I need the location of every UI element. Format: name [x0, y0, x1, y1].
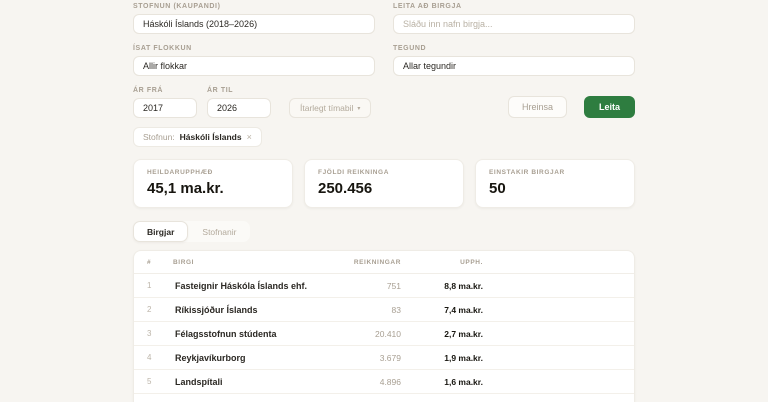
stat-card-fjoldi-reikninga: Fjöldi reikninga 250.456 — [304, 159, 464, 208]
row-number: 5 — [147, 377, 173, 386]
ar-til-group: Ár til 2026 — [207, 87, 271, 118]
amount: 2,7 ma.kr. — [401, 329, 483, 339]
stat-value: 45,1 ma.kr. — [147, 180, 279, 197]
header-upphaed: Upph. — [401, 259, 483, 266]
birgja-search-group: Leita að birgja — [393, 3, 635, 34]
birgja-search-label: Leita að birgja — [393, 3, 635, 10]
invoice-count: 3.679 — [323, 353, 401, 363]
tegund-label: Tegund — [393, 45, 635, 52]
ar-fra-input[interactable]: 2017 — [133, 98, 197, 118]
leita-button[interactable]: Leita — [584, 96, 635, 118]
ar-til-input[interactable]: 2026 — [207, 98, 271, 118]
table-row[interactable]: 6 Nýr Landspítali ohf. 52 1,6 ma.kr. — [134, 394, 634, 402]
results-tabs: Birgjar Stofnanir — [133, 221, 250, 242]
amount: 8,8 ma.kr. — [401, 281, 483, 291]
tab-stofnanir[interactable]: Stofnanir — [188, 221, 250, 242]
isat-field-group: Ísat flokkun Allir flokkar — [133, 45, 375, 76]
amount: 1,9 ma.kr. — [401, 353, 483, 363]
birgjar-table: # Birgi Reikningar Upph. 1 Fasteignir Há… — [133, 250, 635, 402]
page-container: Stofnun (kaupandi) Háskóli Íslands (2018… — [133, 0, 635, 402]
chip-value: Háskóli Íslands — [180, 132, 242, 142]
chevron-down-icon: ▾ — [357, 105, 360, 112]
row-number: 1 — [147, 281, 173, 290]
row-number: 4 — [147, 353, 173, 362]
supplier-name: Landspítali — [173, 377, 323, 387]
supplier-name: Ríkissjóður Íslands — [173, 305, 323, 315]
amount: 7,4 ma.kr. — [401, 305, 483, 315]
table-row[interactable]: 5 Landspítali 4.896 1,6 ma.kr. — [134, 370, 634, 394]
row-number: 3 — [147, 329, 173, 338]
header-reikningar: Reikningar — [323, 259, 401, 266]
tegund-field-group: Tegund Allar tegundir — [393, 45, 635, 76]
stat-value: 50 — [489, 180, 621, 197]
invoice-count: 20.410 — [323, 329, 401, 339]
supplier-name: Reykjavíkurborg — [173, 353, 323, 363]
table-row[interactable]: 2 Ríkissjóður Íslands 83 7,4 ma.kr. — [134, 298, 634, 322]
stats-row: Heildarupphæð 45,1 ma.kr. Fjöldi reiknin… — [133, 159, 635, 208]
table-row[interactable]: 3 Félagsstofnun stúdenta 20.410 2,7 ma.k… — [134, 322, 634, 346]
amount: 1,6 ma.kr. — [401, 377, 483, 387]
stat-card-einstakir-birgjar: Einstakir birgjar 50 — [475, 159, 635, 208]
invoice-count: 83 — [323, 305, 401, 315]
isat-select[interactable]: Allir flokkar — [133, 56, 375, 76]
tegund-select[interactable]: Allar tegundir — [393, 56, 635, 76]
header-birgi: Birgi — [173, 259, 323, 266]
itarlegt-timabil-button[interactable]: Ítarlegt tímabil ▾ — [289, 98, 371, 118]
table-header-row: # Birgi Reikningar Upph. — [134, 251, 634, 274]
stat-label: Einstakir birgjar — [489, 169, 621, 176]
ar-fra-label: Ár frá — [133, 87, 197, 94]
stofnun-label: Stofnun (kaupandi) — [133, 3, 375, 10]
table-row[interactable]: 4 Reykjavíkurborg 3.679 1,9 ma.kr. — [134, 346, 634, 370]
close-icon[interactable]: × — [247, 132, 252, 142]
ar-fra-group: Ár frá 2017 — [133, 87, 197, 118]
invoice-count: 4.896 — [323, 377, 401, 387]
tab-birgjar[interactable]: Birgjar — [133, 221, 188, 242]
years-actions-row: Ár frá 2017 Ár til 2026 Ítarlegt tímabil… — [133, 87, 635, 118]
stat-card-heildarupphaed: Heildarupphæð 45,1 ma.kr. — [133, 159, 293, 208]
stofnun-field-group: Stofnun (kaupandi) Háskóli Íslands (2018… — [133, 3, 375, 34]
filter-form: Stofnun (kaupandi) Háskóli Íslands (2018… — [133, 3, 635, 76]
table-body: 1 Fasteignir Háskóla Íslands ehf. 751 8,… — [134, 274, 634, 402]
isat-label: Ísat flokkun — [133, 45, 375, 52]
supplier-name: Fasteignir Háskóla Íslands ehf. — [173, 281, 323, 291]
stofnun-filter-chip[interactable]: Stofnun: Háskóli Íslands × — [133, 127, 262, 147]
active-filters-row: Stofnun: Háskóli Íslands × — [133, 127, 635, 147]
header-num: # — [147, 259, 173, 266]
stat-label: Heildarupphæð — [147, 169, 279, 176]
invoice-count: 751 — [323, 281, 401, 291]
row-number: 2 — [147, 305, 173, 314]
birgja-search-input[interactable] — [393, 14, 635, 34]
stat-label: Fjöldi reikninga — [318, 169, 450, 176]
chip-prefix: Stofnun: — [143, 132, 175, 142]
hreinsa-button[interactable]: Hreinsa — [508, 96, 567, 118]
supplier-name: Félagsstofnun stúdenta — [173, 329, 323, 339]
itarlegt-timabil-label: Ítarlegt tímabil — [300, 103, 353, 113]
table-row[interactable]: 1 Fasteignir Háskóla Íslands ehf. 751 8,… — [134, 274, 634, 298]
ar-til-label: Ár til — [207, 87, 271, 94]
stofnun-select[interactable]: Háskóli Íslands (2018–2026) — [133, 14, 375, 34]
stat-value: 250.456 — [318, 180, 450, 197]
